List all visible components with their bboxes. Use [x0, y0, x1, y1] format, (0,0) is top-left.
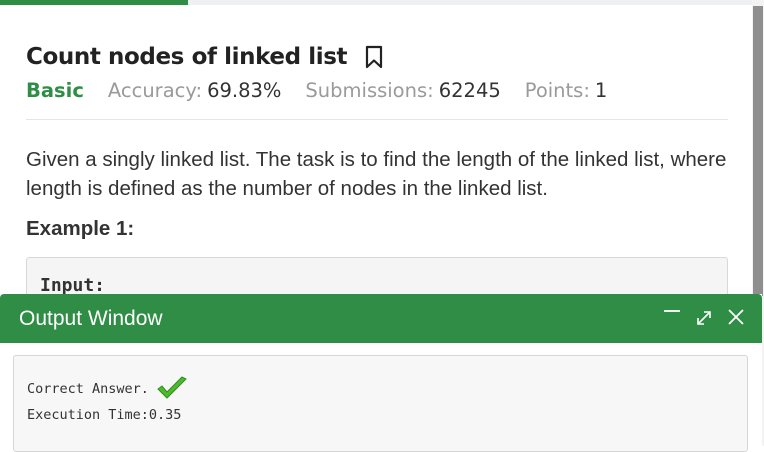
- problem-meta: Basic Accuracy: 69.83% Submissions: 6224…: [26, 79, 607, 102]
- close-icon[interactable]: [726, 304, 746, 330]
- points-label: Points:: [524, 79, 590, 102]
- accuracy-value: 69.83%: [207, 79, 282, 102]
- expand-icon[interactable]: [694, 304, 714, 330]
- submissions-label: Submissions:: [305, 79, 434, 102]
- difficulty-badge: Basic: [26, 79, 84, 102]
- output-window-controls: [662, 304, 746, 330]
- bookmark-icon[interactable]: [365, 44, 387, 70]
- output-window: Output Window Correct Answer. Execution …: [0, 294, 762, 452]
- problem-header: Count nodes of linked list: [26, 44, 387, 70]
- minimize-icon[interactable]: [662, 304, 682, 330]
- example-input-label: Input:: [40, 275, 106, 296]
- output-window-title: Output Window: [19, 307, 163, 330]
- points-value: 1: [594, 79, 608, 102]
- scrollbar-thumb[interactable]: [753, 6, 763, 296]
- header-divider: [26, 119, 728, 120]
- accuracy-label: Accuracy:: [107, 79, 203, 102]
- progress-fill: [0, 0, 188, 5]
- progress-strip: [0, 0, 752, 5]
- check-icon: [156, 376, 188, 402]
- output-panel: Correct Answer. Execution Time:0.35: [13, 355, 748, 452]
- submissions-value: 62245: [438, 79, 501, 102]
- output-window-header: Output Window: [0, 294, 762, 343]
- execution-time: Execution Time:0.35: [27, 407, 182, 423]
- example-heading: Example 1:: [26, 217, 135, 240]
- result-text: Correct Answer.: [27, 381, 149, 397]
- problem-statement: Given a singly linked list. The task is …: [26, 148, 727, 200]
- result-line: Correct Answer.: [27, 376, 188, 402]
- problem-title: Count nodes of linked list: [26, 44, 348, 70]
